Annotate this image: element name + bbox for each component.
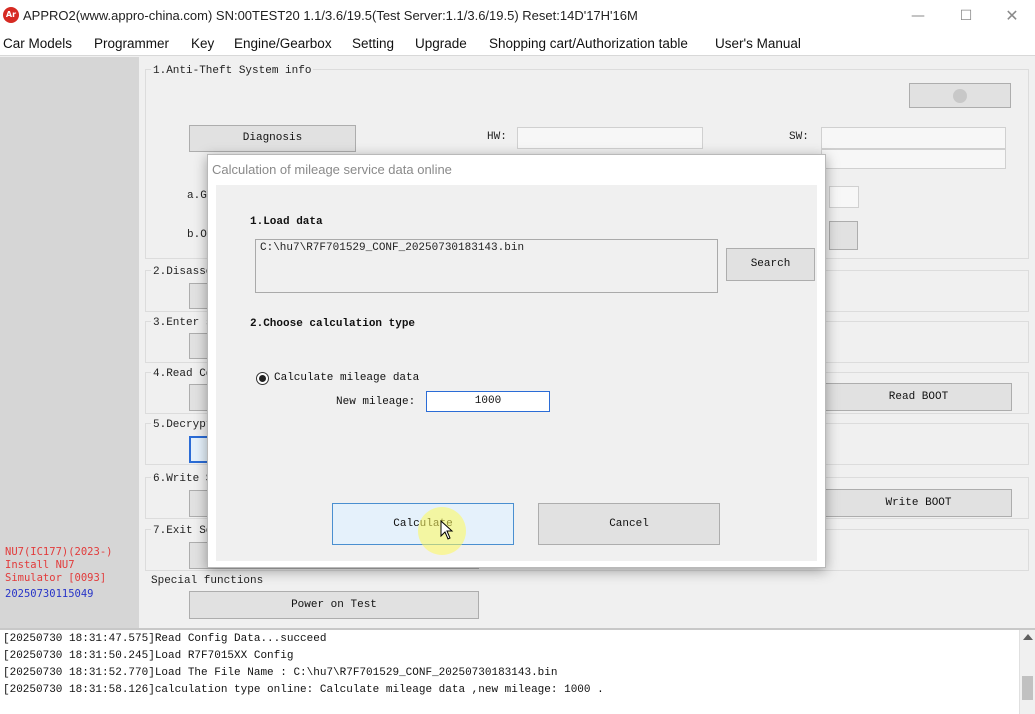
section-5-button[interactable] (189, 436, 209, 463)
calculate-button[interactable]: Calculate (332, 503, 514, 545)
simulator-text: Simulator [0093] (5, 572, 107, 584)
menu-upgrade[interactable]: Upgrade (415, 36, 467, 51)
sub-a-field (829, 186, 859, 208)
section-2-button[interactable] (189, 283, 209, 309)
cancel-button[interactable]: Cancel (538, 503, 720, 545)
log-line: [20250730 18:31:52.770]Load The File Nam… (3, 667, 558, 679)
section-4-button[interactable] (189, 384, 209, 411)
section-3-title: 3.Enter s (151, 317, 215, 329)
menu-programmer[interactable]: Programmer (94, 36, 169, 51)
info-field-2 (821, 149, 1006, 169)
hw-field (517, 127, 703, 149)
read-boot-button[interactable]: Read BOOT (825, 383, 1012, 411)
file-path-field[interactable]: C:\hu7\R7F701529_CONF_20250730183143.bin (255, 239, 718, 293)
new-mileage-label: New mileage: (336, 396, 416, 408)
special-functions-title: Special functions (151, 575, 264, 587)
app-logo-icon: Ar (3, 7, 19, 23)
menu-bar: Car Models Programmer Key Engine/Gearbox… (0, 32, 1035, 56)
menu-users-manual[interactable]: User's Manual (715, 36, 801, 51)
sw-label: SW: (789, 131, 809, 143)
session-id-text: 20250730115049 (5, 588, 94, 600)
section-2-title: 2.Disasse (151, 266, 215, 278)
menu-car-models[interactable]: Car Models (3, 36, 72, 51)
mileage-calculation-dialog: Calculation of mileage service data onli… (207, 154, 826, 568)
dialog-title: Calculation of mileage service data onli… (208, 155, 825, 185)
section-5-title: 5.Decrypt (151, 419, 215, 431)
sub-b-button[interactable] (829, 221, 858, 250)
calculate-mileage-label: Calculate mileage data (274, 372, 420, 384)
title-bar: Ar APPRO2(www.appro-china.com) SN:00TEST… (0, 0, 1035, 32)
log-line: [20250730 18:31:58.126]calculation type … (3, 684, 604, 696)
log-line: [20250730 18:31:47.575]Read Config Data.… (3, 633, 327, 645)
function-name-text: Install NU7 (5, 559, 75, 571)
diagnosis-button[interactable]: Diagnosis (189, 125, 356, 152)
toggle-icon (953, 89, 967, 103)
log-scrollbar[interactable] (1019, 630, 1035, 714)
close-button[interactable]: ✕ (998, 6, 1026, 26)
menu-setting[interactable]: Setting (352, 36, 394, 51)
window-title: APPRO2(www.appro-china.com) SN:00TEST20 … (23, 8, 638, 23)
calculate-mileage-radio[interactable] (256, 372, 269, 385)
dialog-body: 1.Load data C:\hu7\R7F701529_CONF_202507… (216, 185, 817, 561)
new-mileage-input[interactable]: 1000 (426, 391, 550, 412)
sw-field (821, 127, 1006, 149)
calculation-type-heading: 2.Choose calculation type (250, 318, 416, 330)
write-boot-button[interactable]: Write BOOT (825, 489, 1012, 517)
maximize-button[interactable]: ☐ (952, 6, 980, 26)
load-data-heading: 1.Load data (250, 216, 323, 228)
power-on-test-button[interactable]: Power on Test (189, 591, 479, 619)
minimize-button[interactable]: — (904, 6, 932, 26)
vehicle-model-text: NU7(IC177)(2023-) (5, 546, 113, 558)
search-button[interactable]: Search (726, 248, 815, 281)
section-3-button[interactable] (189, 333, 209, 359)
demo-mode-button[interactable] (909, 83, 1011, 108)
section-1-title: 1.Anti-Theft System info (151, 65, 314, 77)
section-7-title: 7.Exit Se (151, 525, 215, 537)
sub-b-label: b.O (187, 229, 207, 241)
menu-engine-gearbox[interactable]: Engine/Gearbox (234, 36, 332, 51)
menu-key[interactable]: Key (191, 36, 214, 51)
vehicle-info-panel: NU7(IC177)(2023-) Install NU7 Simulator … (0, 57, 139, 628)
sub-a-label: a.G (187, 190, 207, 202)
section-4-title: 4.Read Co (151, 368, 215, 380)
menu-shopping-cart[interactable]: Shopping cart/Authorization table (489, 36, 688, 51)
hw-label: HW: (487, 131, 507, 143)
section-6-button[interactable] (189, 490, 209, 517)
log-panel: [20250730 18:31:47.575]Read Config Data.… (0, 628, 1035, 714)
scroll-up-icon[interactable] (1023, 634, 1033, 640)
scroll-thumb[interactable] (1022, 676, 1033, 700)
section-6-title: 6.Write S (151, 473, 215, 485)
log-line: [20250730 18:31:50.245]Load R7F7015XX Co… (3, 650, 294, 662)
